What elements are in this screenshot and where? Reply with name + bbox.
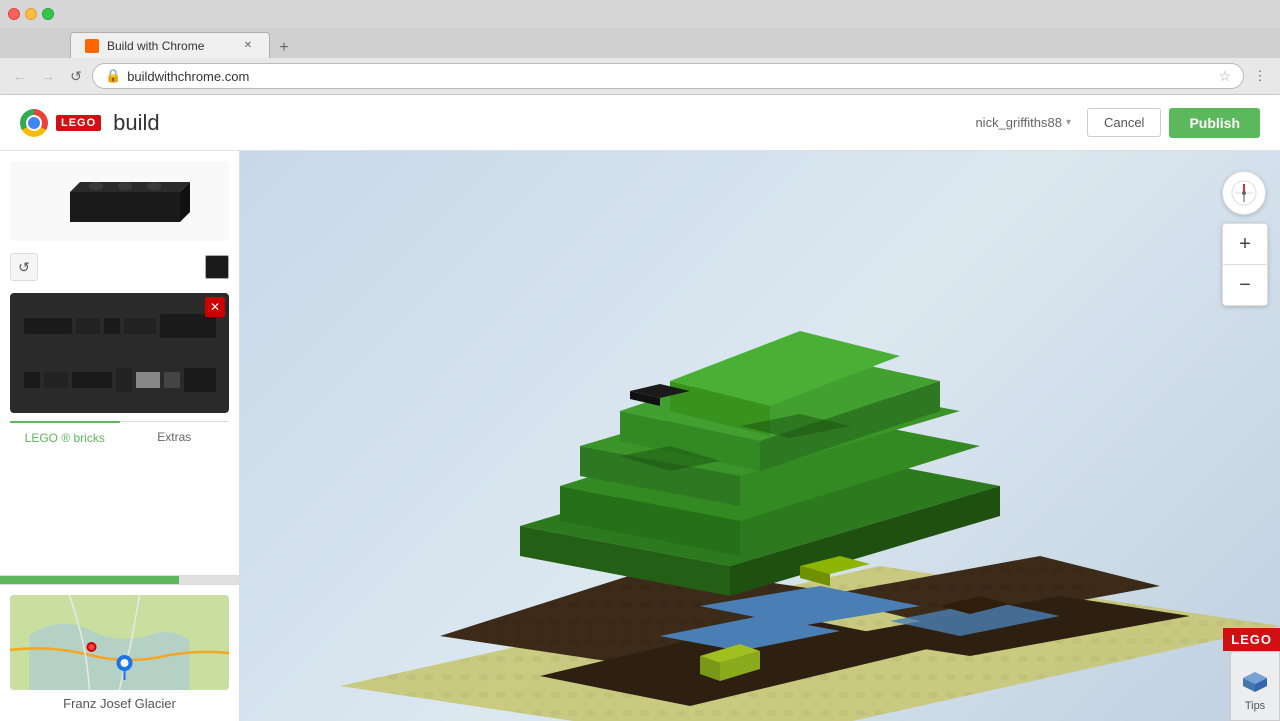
username: nick_griffiths88 [975, 115, 1061, 130]
user-menu[interactable]: nick_griffiths88 ▾ [975, 115, 1071, 130]
build-canvas[interactable]: + − LEGO Tips [240, 151, 1280, 721]
palette-brick-5[interactable] [160, 314, 216, 338]
lego-brand-badge[interactable]: LEGO [1223, 628, 1280, 651]
tab-favicon [85, 39, 99, 53]
chrome-logo-icon [20, 109, 48, 137]
palette-brick-7[interactable] [44, 372, 68, 388]
bookmark-icon[interactable]: ☆ [1218, 68, 1231, 85]
palette-brick-gray[interactable] [136, 372, 160, 388]
app-container: LEGO build nick_griffiths88 ▾ Cancel Pub… [0, 95, 1280, 721]
palette-delete-button[interactable]: ✕ [205, 297, 225, 317]
palette-brick-10[interactable] [164, 372, 180, 388]
traffic-lights [8, 8, 54, 20]
new-tab-button[interactable]: + [274, 38, 294, 58]
browser-settings-button[interactable]: ⋮ [1248, 64, 1272, 88]
browser-tab[interactable]: Build with Chrome ✕ [70, 32, 270, 58]
tab-title: Build with Chrome [107, 39, 204, 53]
selected-brick-3d [60, 177, 180, 225]
rotate-button[interactable]: ↺ [10, 253, 38, 281]
palette-brick-1[interactable] [24, 318, 72, 334]
address-bar[interactable]: 🔒 buildwithchrome.com ☆ [92, 63, 1244, 89]
title-bar [0, 0, 1280, 28]
forward-button[interactable]: → [36, 64, 60, 88]
progress-fill [0, 576, 179, 584]
color-swatch[interactable] [205, 255, 229, 279]
palette-brick-11[interactable] [184, 368, 216, 392]
url-text: buildwithchrome.com [127, 69, 1212, 84]
compass-icon [1230, 179, 1258, 207]
main-area: ↺ ✕ [0, 151, 1280, 721]
compass-button[interactable] [1222, 171, 1266, 215]
tips-label: Tips [1245, 700, 1265, 712]
palette-brick-8[interactable] [72, 372, 112, 388]
brick-count-progress [0, 576, 239, 584]
app-header: LEGO build nick_griffiths88 ▾ Cancel Pub… [0, 95, 1280, 151]
zoom-controls: + − [1222, 223, 1268, 306]
minimize-window-button[interactable] [25, 8, 37, 20]
zoom-in-button[interactable]: + [1223, 224, 1267, 264]
header-logo: LEGO build [20, 109, 160, 137]
selected-brick-preview [10, 161, 229, 241]
tab-close-button[interactable]: ✕ [241, 39, 255, 53]
palette-brick-9[interactable] [116, 368, 132, 392]
tab-lego-bricks[interactable]: LEGO ® bricks [10, 421, 120, 453]
view-controls: + − [1222, 171, 1268, 306]
tab-extras[interactable]: Extras [120, 422, 230, 453]
lego-scene-svg [240, 151, 1280, 721]
user-dropdown-icon: ▾ [1066, 117, 1071, 128]
palette-brick-4[interactable] [124, 318, 156, 334]
palette-brick-6[interactable] [24, 372, 40, 388]
cancel-button[interactable]: Cancel [1087, 108, 1161, 137]
zoom-out-button[interactable]: − [1223, 265, 1267, 305]
tab-bar: Build with Chrome ✕ + [0, 28, 1280, 58]
brick-controls-row: ↺ [10, 249, 229, 285]
brick-palette: ✕ [10, 293, 229, 413]
maximize-window-button[interactable] [42, 8, 54, 20]
browser-actions: ⋮ [1248, 64, 1272, 88]
location-label: Franz Josef Glacier [10, 696, 229, 711]
brick-svg [60, 177, 190, 232]
map-svg [10, 595, 229, 690]
lego-logo: LEGO [56, 115, 101, 131]
palette-brick-2[interactable] [76, 318, 100, 334]
address-bar-row: ← → ↺ 🔒 buildwithchrome.com ☆ ⋮ [0, 58, 1280, 94]
reload-button[interactable]: ↺ [64, 64, 88, 88]
tips-button[interactable]: Tips [1230, 651, 1280, 721]
palette-brick-3[interactable] [104, 318, 120, 334]
brick-selector: ↺ ✕ [0, 151, 239, 576]
tips-3d-icon [1237, 660, 1273, 696]
back-button[interactable]: ← [8, 64, 32, 88]
bottom-right-panel: LEGO Tips [1223, 628, 1280, 721]
left-panel: ↺ ✕ [0, 151, 240, 721]
app-title: build [113, 110, 159, 136]
map-image [10, 595, 229, 690]
publish-button[interactable]: Publish [1169, 108, 1260, 138]
browser-chrome: Build with Chrome ✕ + ← → ↺ 🔒 buildwithc… [0, 0, 1280, 95]
map-thumbnail[interactable]: Franz Josef Glacier [0, 584, 239, 721]
palette-tabs: LEGO ® bricks Extras [10, 421, 229, 453]
close-window-button[interactable] [8, 8, 20, 20]
